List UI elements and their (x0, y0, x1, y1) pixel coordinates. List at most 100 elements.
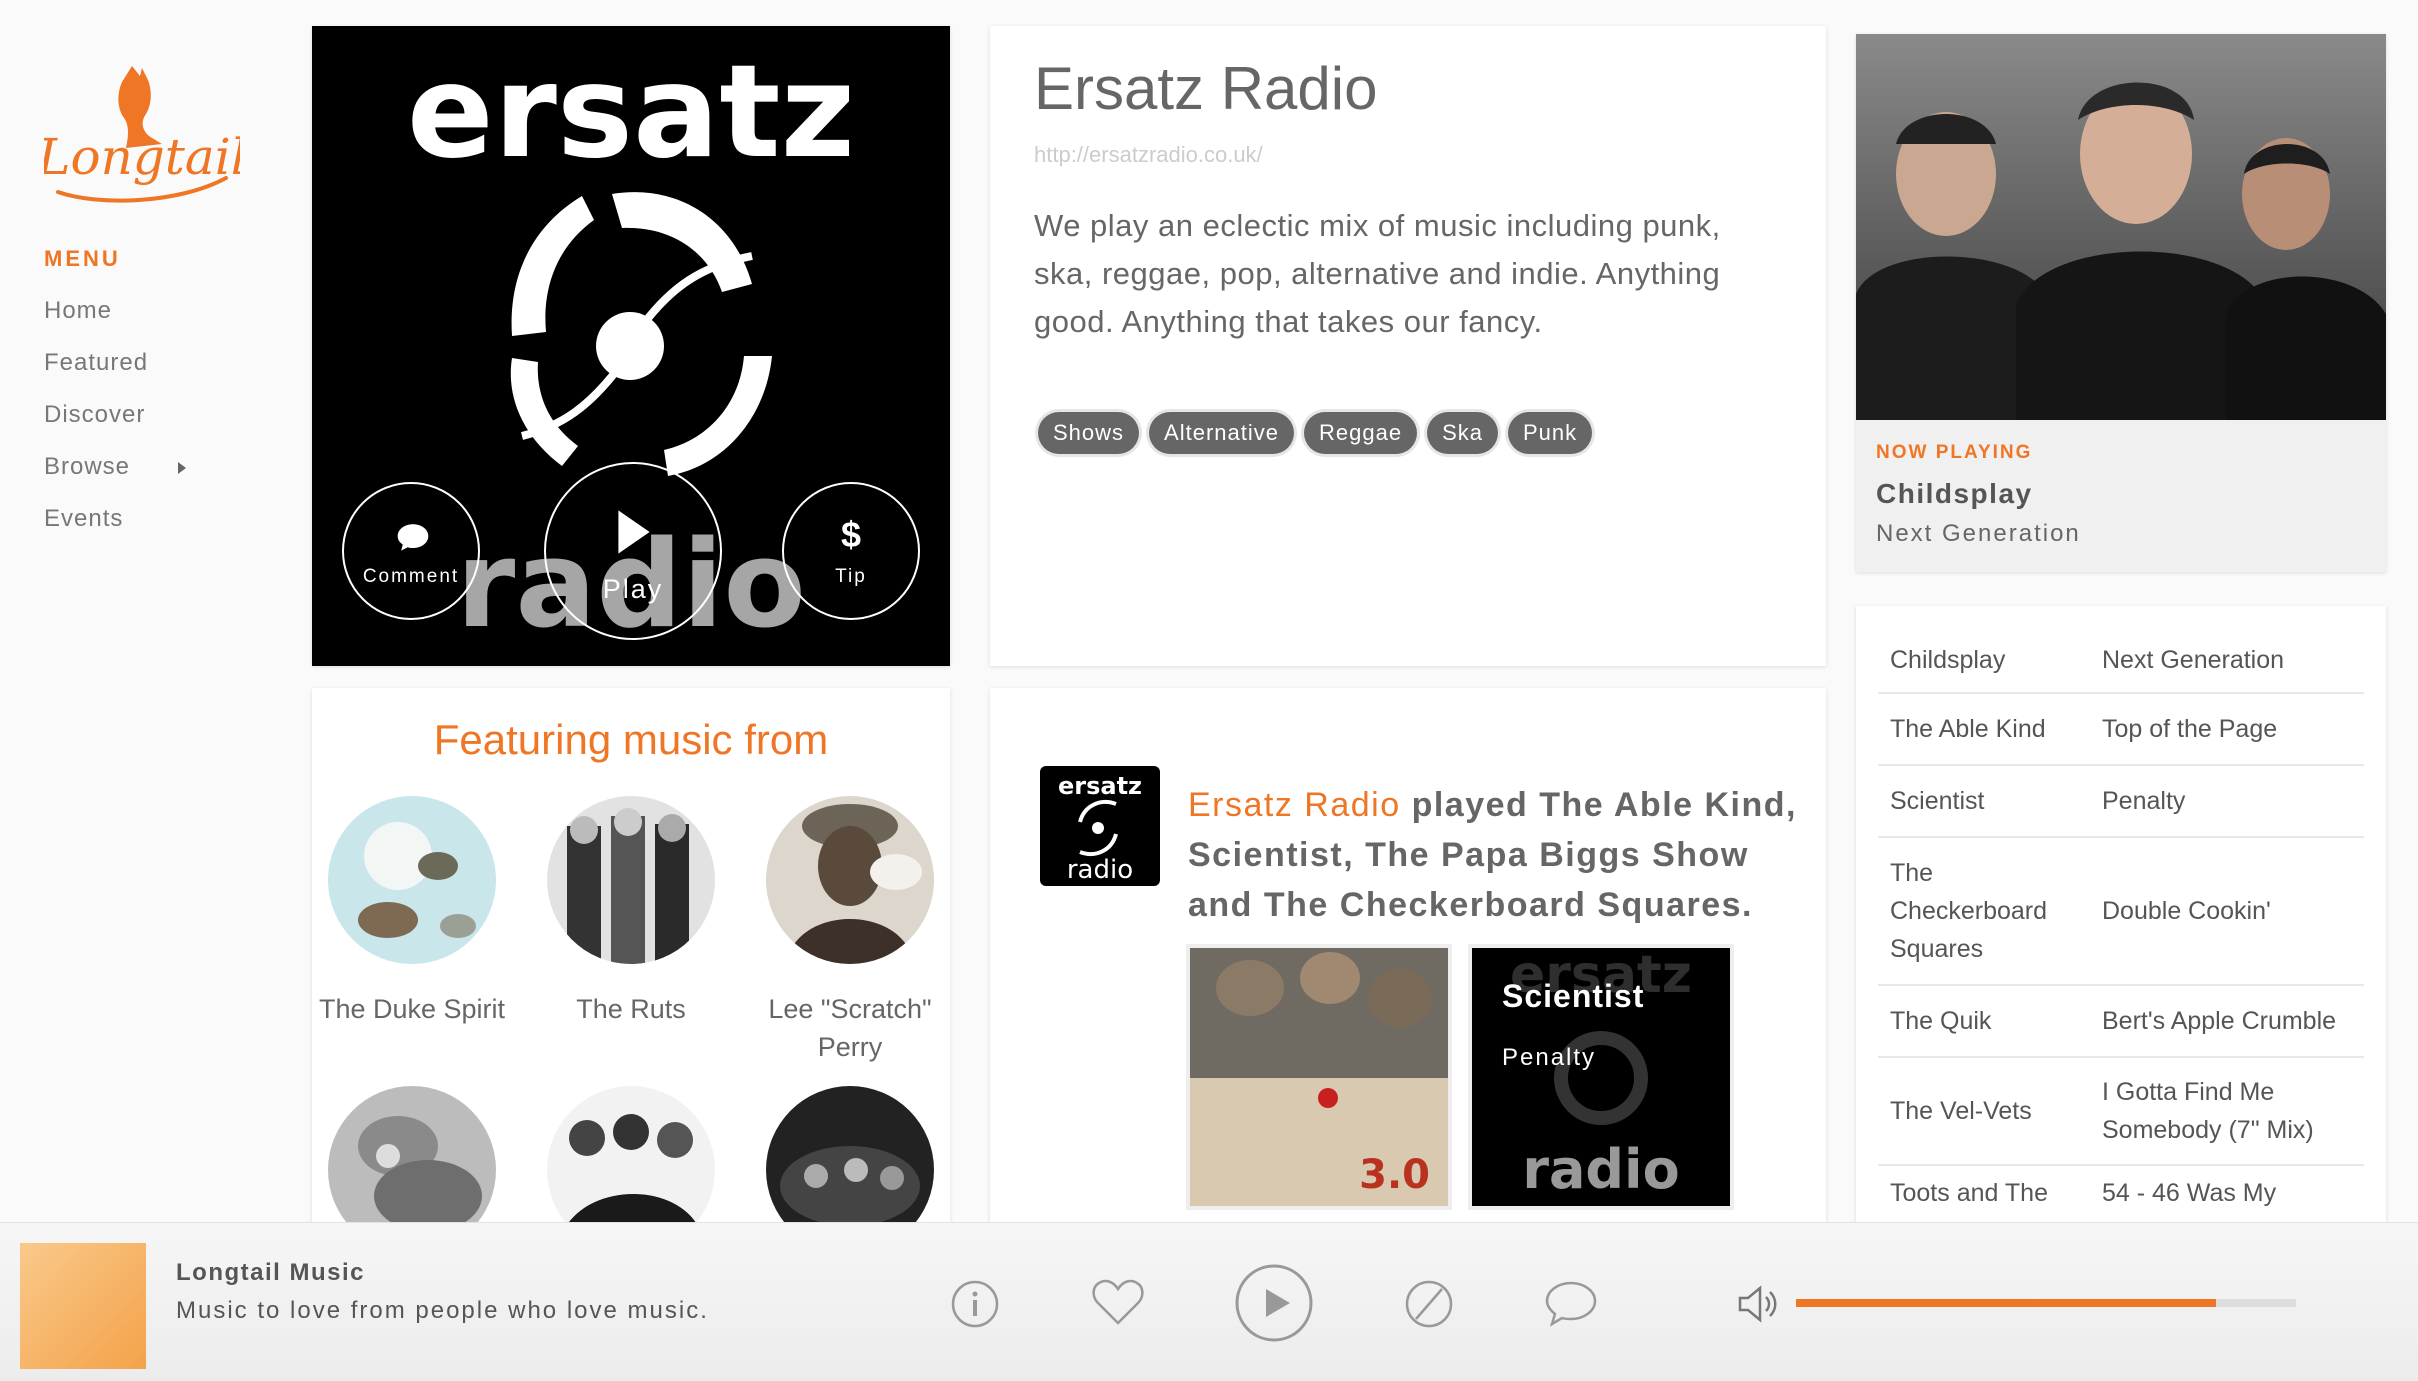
artist-avatar (766, 796, 934, 964)
track-title: Next Generation (2102, 646, 2285, 674)
comment-label: Comment (362, 566, 460, 587)
artist-name: The Duke Spirit (318, 994, 506, 1024)
player-thumbnail[interactable] (20, 1243, 146, 1369)
info-button[interactable] (950, 1279, 1000, 1329)
track-title: Top of the Page (2102, 715, 2278, 743)
nav-item-label: Featured (44, 349, 149, 376)
volume-icon (1738, 1285, 1777, 1323)
track-title: Penalty (2102, 787, 2186, 815)
volume-slider[interactable] (1796, 1299, 2296, 1307)
now-playing-card[interactable]: NOW PLAYING Childsplay Next Generation (1856, 34, 2386, 572)
album-cover[interactable]: ersatz radio Scientist Penalty (1472, 948, 1730, 1206)
album-cover[interactable]: 3.0 (1190, 948, 1448, 1206)
tracklist: Childsplay Next Generation The Able Kind… (1856, 606, 2386, 1226)
activity-station-logo[interactable]: ersatz radio (1040, 766, 1160, 886)
album-subtitle: Penalty (1502, 1044, 1597, 1071)
featuring-title: Featuring music from (433, 716, 829, 763)
nav-item-home[interactable]: Home (44, 292, 194, 344)
tag-chip[interactable]: Ska (1427, 412, 1498, 454)
play-button[interactable] (1234, 1263, 1314, 1343)
artist-avatar (547, 796, 715, 964)
table-row[interactable]: The Vel-Vets I Gotta Find Me Somebody (7… (1878, 1058, 2364, 1166)
station-title: Ersatz Radio (1034, 55, 1378, 122)
tip-label: Tip (835, 566, 867, 587)
now-playing-band-photo (1856, 34, 2386, 420)
artist-item[interactable]: The Duke Spirit (312, 796, 512, 1028)
artist-avatar (328, 796, 496, 964)
track-title: Bert's Apple Crumble (2102, 1007, 2337, 1035)
artist-item[interactable] (531, 1086, 731, 1228)
menu-heading: MENU (44, 246, 121, 271)
like-button[interactable] (1092, 1279, 1144, 1327)
play-icon (1235, 1264, 1313, 1342)
chat-button[interactable] (1544, 1279, 1598, 1327)
activity-panel: ersatz radio Ersatz Radio played The Abl… (990, 688, 1826, 1228)
nav-item-discover[interactable]: Discover (44, 396, 194, 448)
table-row[interactable]: Toots and The 54 - 46 Was My (1878, 1166, 2364, 1226)
station-logo-icon: ersatz radio (1058, 772, 1142, 885)
svg-text:ersatz: ersatz (407, 38, 855, 187)
nav-item-featured[interactable]: Featured (44, 344, 194, 396)
table-row[interactable]: The Quik Bert's Apple Crumble (1878, 986, 2364, 1058)
tag-chip[interactable]: Reggae (1304, 412, 1418, 454)
player-subtitle: Music to love from people who love music… (176, 1297, 709, 1324)
table-row[interactable]: The Checkerboard Squares Double Cookin' (1878, 838, 2364, 986)
track-artist: The Quik (1890, 1007, 1992, 1035)
artist-avatar (547, 1086, 715, 1228)
track-artist: The Able Kind (1890, 715, 2046, 743)
nav-item-events[interactable]: Events (44, 500, 194, 552)
tag-chip[interactable]: Shows (1038, 412, 1140, 454)
sidebar: Longtail MENU Home Featured Discover Bro… (0, 0, 290, 1220)
play-station-button[interactable]: Play (544, 462, 722, 640)
dinosaur-logo-icon: Longtail (36, 66, 247, 203)
table-row[interactable]: The Able Kind Top of the Page (1878, 694, 2364, 766)
track-artist: The Checkerboard Squares (1890, 859, 2048, 963)
track-title: 54 - 46 Was My (2102, 1179, 2277, 1207)
player-bar: Longtail Music Music to love from people… (0, 1222, 2418, 1381)
track-artist: Scientist (1890, 787, 1985, 815)
tag-chip[interactable]: Punk (1508, 412, 1593, 454)
activity-station-link[interactable]: Ersatz Radio (1188, 786, 1401, 824)
nav-item-label: Home (44, 297, 113, 324)
track-artist: The Vel-Vets (1890, 1097, 2032, 1125)
tip-button[interactable]: $ Tip (782, 482, 920, 620)
nav-menu: Home Featured Discover Browse Events (44, 292, 194, 552)
heart-icon (1092, 1279, 1144, 1325)
caret-right-icon (178, 462, 186, 474)
play-icon (618, 510, 650, 554)
nav-item-browse[interactable]: Browse (44, 448, 194, 500)
artist-name: The Ruts (576, 994, 686, 1024)
artist-item[interactable]: The Ruts (531, 796, 731, 1028)
longtail-logo[interactable]: Longtail (36, 62, 247, 212)
player-title: Longtail Music (176, 1259, 365, 1286)
tag-list: Shows Alternative Reggae Ska Punk (1038, 412, 1593, 454)
svg-text:ersatz: ersatz (1058, 772, 1142, 800)
svg-text:3.0: 3.0 (1359, 1152, 1430, 1198)
now-playing-title: Childsplay (1876, 478, 2033, 509)
volume-button[interactable] (1736, 1285, 1780, 1323)
track-artist: Toots and The (1890, 1179, 2048, 1207)
track-title: I Gotta Find Me Somebody (7" Mix) (2102, 1078, 2314, 1144)
block-icon (1405, 1280, 1453, 1328)
chat-icon (1545, 1281, 1597, 1327)
artist-item[interactable] (750, 1086, 950, 1228)
tag-chip[interactable]: Alternative (1149, 412, 1294, 454)
svg-text:Longtail: Longtail (44, 128, 240, 186)
comment-button[interactable]: Comment (342, 482, 480, 620)
comment-icon (397, 524, 429, 551)
nav-item-label: Discover (44, 401, 146, 428)
table-row[interactable]: Scientist Penalty (1878, 766, 2364, 838)
station-url-link[interactable]: http://ersatzradio.co.uk/ (1034, 142, 1263, 168)
dollar-icon: $ (840, 514, 862, 555)
artist-avatar (328, 1086, 496, 1228)
svg-text:radio: radio (1067, 855, 1133, 885)
block-button[interactable] (1404, 1279, 1454, 1329)
artist-avatar (766, 1086, 934, 1228)
artist-item[interactable]: Lee "Scratch" Perry (750, 796, 950, 1066)
nav-item-label: Browse (44, 453, 131, 480)
now-playing-artist: Next Generation (1876, 520, 2081, 547)
table-row[interactable]: Childsplay Next Generation (1878, 628, 2364, 694)
nav-item-label: Events (44, 505, 124, 532)
artist-item[interactable] (312, 1086, 512, 1228)
activity-text: Ersatz Radio played The Able Kind, Scien… (1188, 780, 1798, 930)
